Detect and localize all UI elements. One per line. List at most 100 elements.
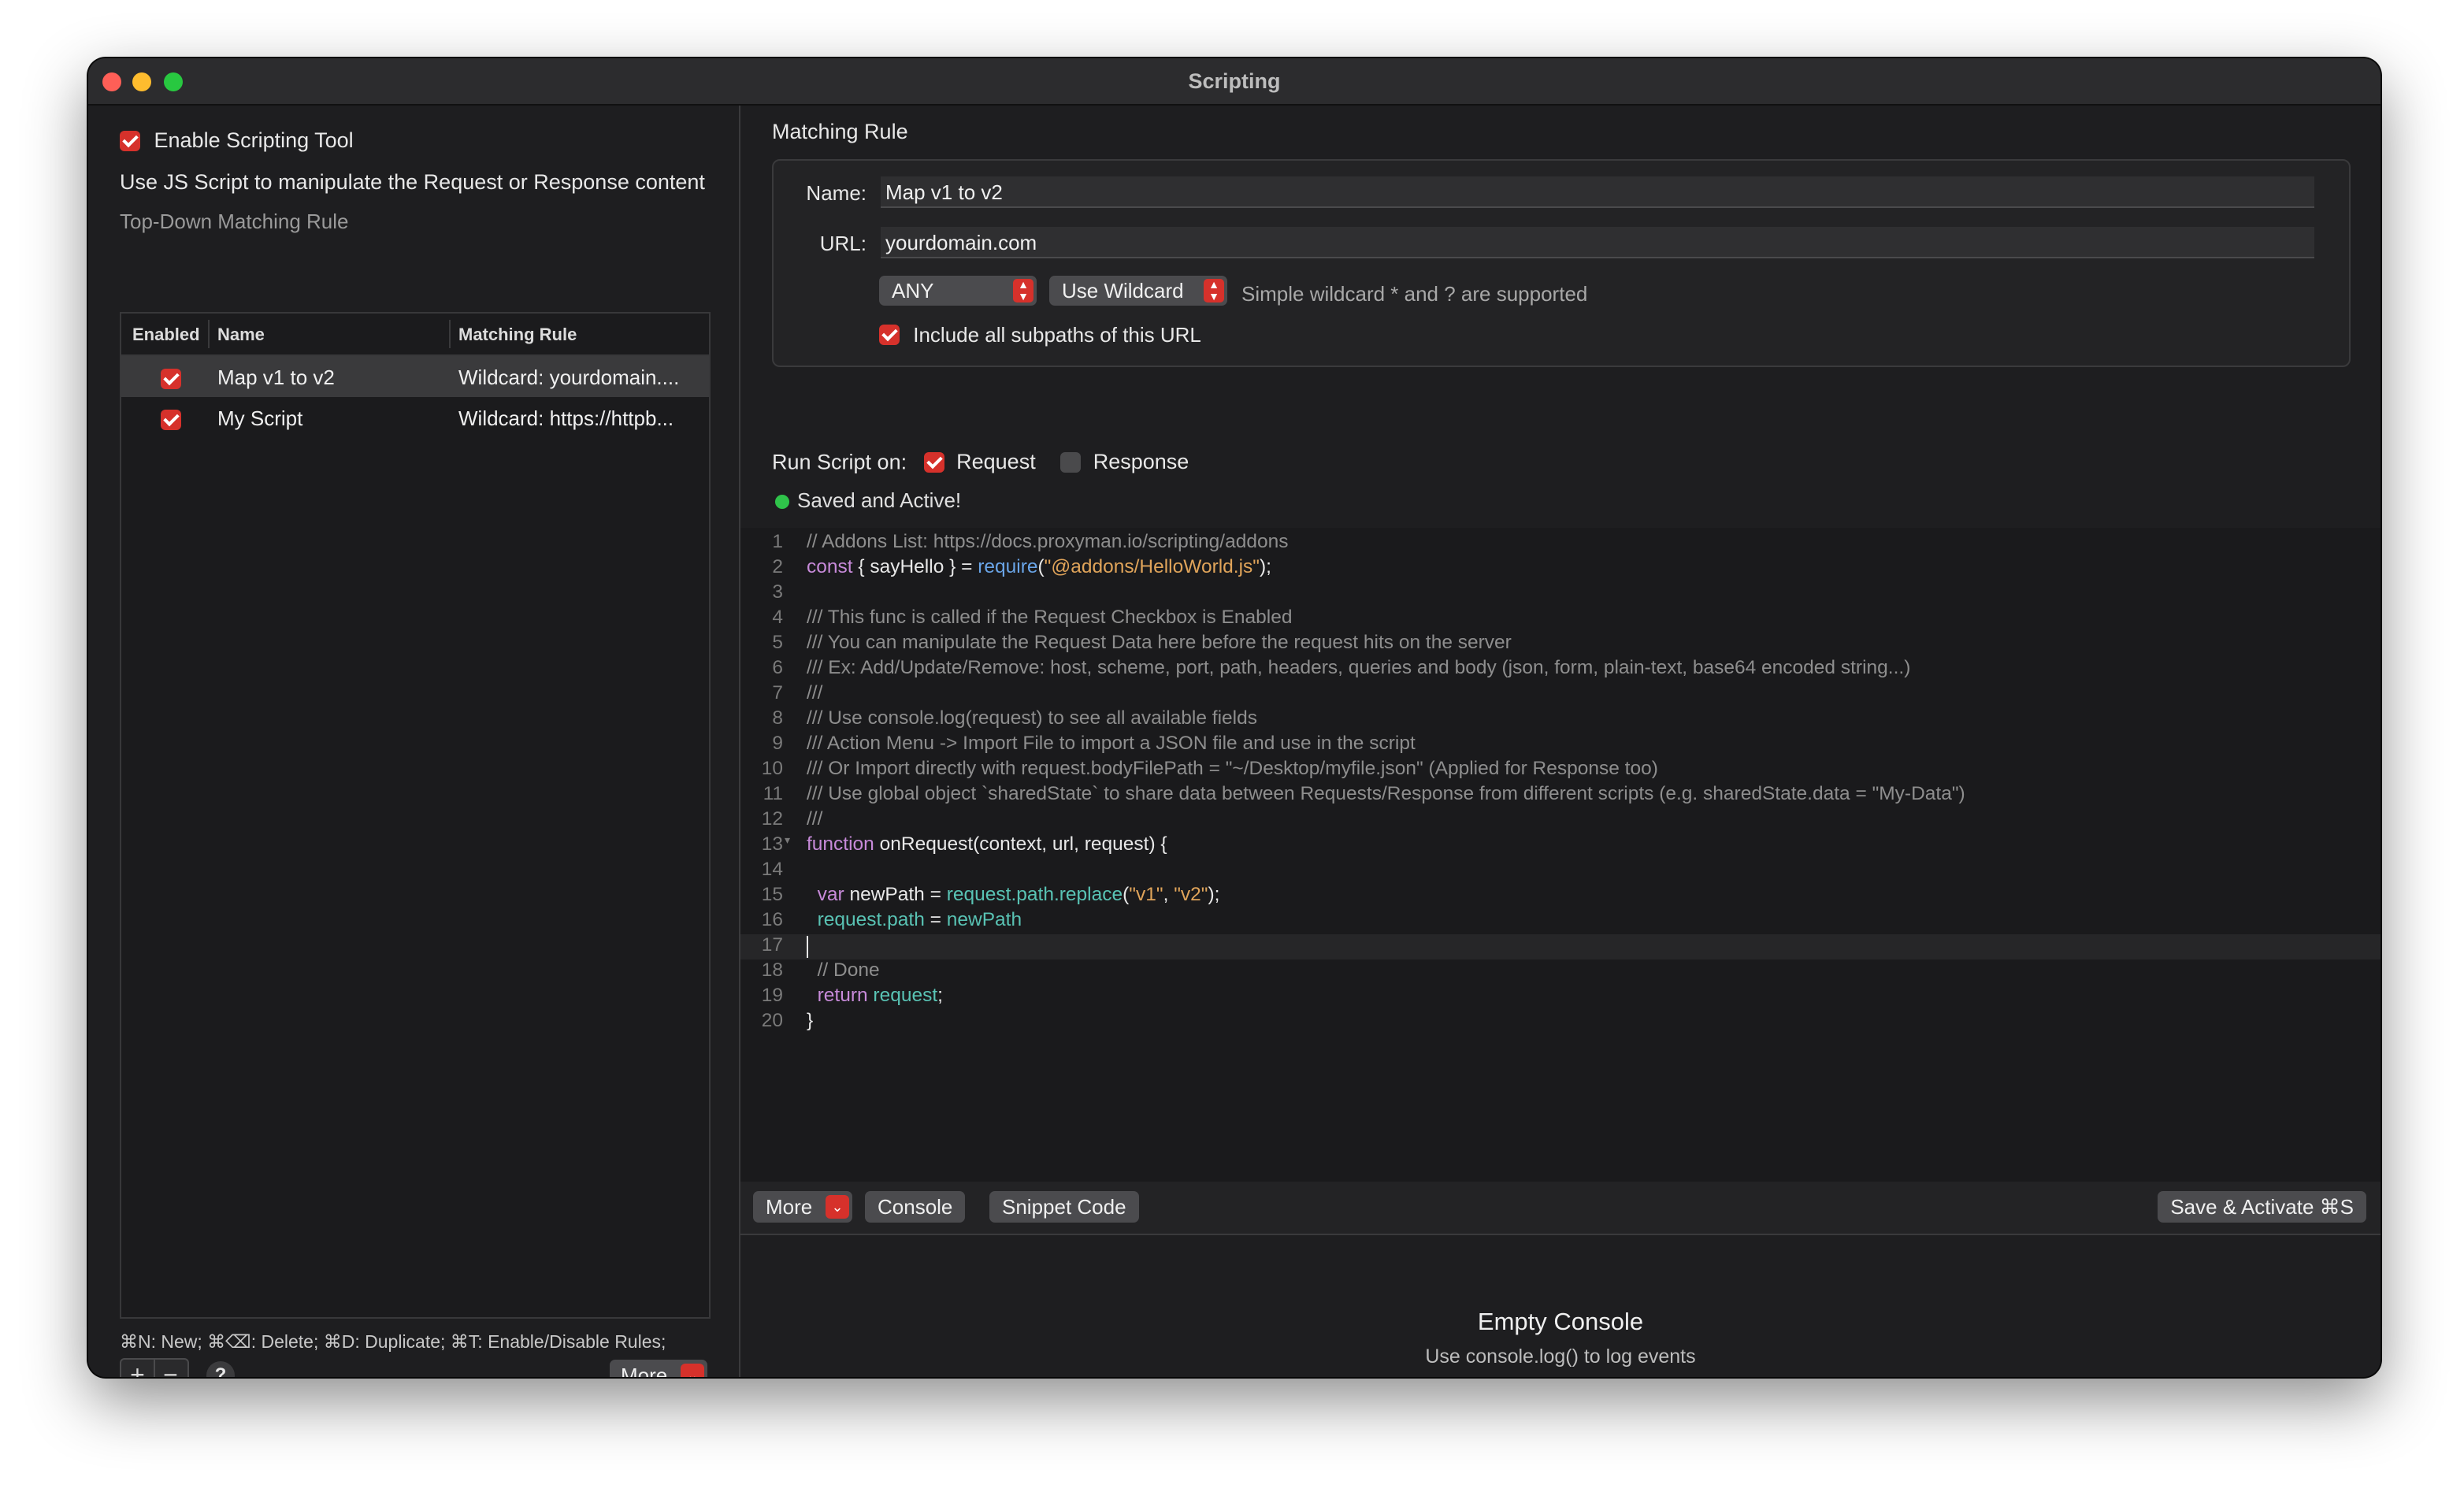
rules-table: Enabled Name Matching Rule Map v1 to v2 … [120,312,711,1319]
more-actions-button[interactable]: More ⌄ [753,1191,852,1223]
line-number: 2 [772,556,783,577]
request-label: Request [956,450,1036,474]
include-subpaths-toggle[interactable]: Include all subpaths of this URL [879,321,1201,347]
enable-scripting-toggle[interactable]: Enable Scripting Tool [120,128,354,153]
code-text: /// Ex: Add/Update/Remove: host, scheme,… [807,657,1911,678]
section-label: Top-Down Matching Rule [120,210,349,233]
code-line: 11 /// Use global object `sharedState` to… [740,783,2381,808]
response-checkbox[interactable] [1060,451,1082,473]
code-variable: request [867,985,938,1006]
tool-description: Use JS Script to manipulate the Request … [120,170,705,194]
response-label: Response [1093,450,1189,474]
method-value: ANY [892,279,934,302]
help-button[interactable]: ? [206,1361,235,1377]
line-number: 7 [772,682,783,703]
line-number: 8 [772,707,783,729]
code-line: 5 /// You can manipulate the Request Data… [740,632,2381,657]
more-label: More [621,1364,668,1377]
code-text: var newPath = request.path.replace("v1",… [807,884,1220,906]
code-line: 13 ▾ function onRequest(context, url, requ… [740,833,2381,859]
code-line: 7 /// [740,682,2381,707]
code-line: 10 /// Or Import directly with request.bo… [740,758,2381,783]
url-field[interactable]: yourdomain.com [881,227,2314,258]
match-type-value: Use Wildcard [1062,279,1184,302]
updown-arrows-icon: ▲ ▼ [1013,279,1033,302]
chevron-down-icon: ⌄ [826,1195,849,1219]
line-number: 13 [761,833,783,855]
text-caret [807,936,808,958]
line-number: 1 [772,531,783,552]
code-token: newPath = [844,884,947,905]
rule-detail-pane: Matching Rule Name: Map v1 to v2 URL: yo… [740,106,2381,1377]
snippet-code-button[interactable]: Snippet Code [989,1191,1139,1223]
code-line: 12 /// [740,808,2381,833]
table-row[interactable]: My Script Wildcard: https://httpb... [121,397,709,438]
line-number: 4 [772,607,783,628]
code-editor[interactable]: 1 // Addons List: https://docs.proxyman.i… [740,528,2381,1182]
code-string: "@addons/HelloWorld.js" [1044,556,1260,577]
line-number: 15 [761,884,783,905]
code-token: ); [1260,556,1271,577]
code-text: /// This func is called if the Request C… [807,607,1293,628]
console-empty-subtitle: Use console.log() to log events [1425,1345,1696,1368]
code-line: 3 [740,581,2381,607]
code-token: ); [1208,884,1220,905]
run-script-on-row: Run Script on: Request Response [772,449,1189,474]
row-name: Map v1 to v2 [217,366,335,389]
code-token: onRequest(context, url, request) { [874,833,1167,855]
line-number: 9 [772,733,783,754]
line-number: 20 [761,1010,783,1031]
more-actions-label: More [766,1195,813,1219]
enable-scripting-checkbox[interactable] [120,130,140,151]
match-type-select[interactable]: Use Wildcard ▲ ▼ [1049,276,1227,306]
row-enabled-checkbox[interactable] [161,410,181,431]
editor-toolbar: More ⌄ Console Snippet Code Save & Activ… [740,1182,2381,1235]
line-number: 12 [761,808,783,830]
code-string: "v1" [1129,884,1163,905]
code-line: 18 // Done [740,959,2381,985]
window-title: Scripting [1188,69,1281,93]
console-button[interactable]: Console [865,1191,966,1223]
matching-rule-box: Name: Map v1 to v2 URL: yourdomain.com A… [772,159,2351,367]
code-text: /// [807,808,823,830]
table-row[interactable]: Map v1 to v2 Wildcard: yourdomain.... [121,356,709,397]
code-text: /// Or Import directly with request.body… [807,758,1658,779]
column-header-enabled[interactable]: Enabled [132,325,200,345]
fold-arrow-icon[interactable]: ▾ [785,833,790,847]
rules-sidebar: Enable Scripting Tool Use JS Script to m… [88,106,740,1377]
code-line-active: 17 [740,934,2381,959]
code-string: "v2" [1174,884,1208,905]
add-remove-control: + − [120,1358,189,1377]
code-variable: request.path.replace [946,884,1123,905]
include-subpaths-checkbox[interactable] [879,325,900,346]
remove-rule-button[interactable]: − [154,1360,187,1377]
code-token: { sayHello } = [852,556,978,577]
name-field[interactable]: Map v1 to v2 [881,176,2314,208]
save-activate-button[interactable]: Save & Activate ⌘S [2158,1191,2366,1223]
line-number: 16 [761,909,783,930]
more-menu-button[interactable]: More ⌄ [610,1360,707,1377]
line-number: 10 [761,758,783,779]
code-token: = [924,909,947,930]
code-line: 14 [740,859,2381,884]
add-rule-button[interactable]: + [121,1360,155,1377]
code-text: // Addons List: https://docs.proxyman.io… [807,531,1289,552]
code-function: require [978,556,1038,577]
column-header-matching-rule[interactable]: Matching Rule [458,325,577,345]
code-text: /// Action Menu -> Import File to import… [807,733,1416,754]
method-select[interactable]: ANY ▲ ▼ [879,276,1037,306]
code-line: 4 /// This func is called if the Request … [740,607,2381,632]
row-enabled-checkbox[interactable] [161,369,181,390]
code-text: const { sayHello } = require("@addons/He… [807,556,1271,578]
line-number: 11 [763,783,783,804]
row-matching-rule: Wildcard: https://httpb... [458,406,674,430]
name-label: Name: [806,181,866,205]
code-line: 16 request.path = newPath [740,909,2381,934]
line-number: 14 [761,859,783,880]
code-line: 19 return request; [740,985,2381,1010]
request-checkbox[interactable] [923,451,944,473]
code-line: 20} [740,1010,2381,1035]
column-header-name[interactable]: Name [217,325,265,345]
code-text: /// Use global object `sharedState` to s… [807,783,1965,804]
code-token: ( [1037,556,1045,577]
